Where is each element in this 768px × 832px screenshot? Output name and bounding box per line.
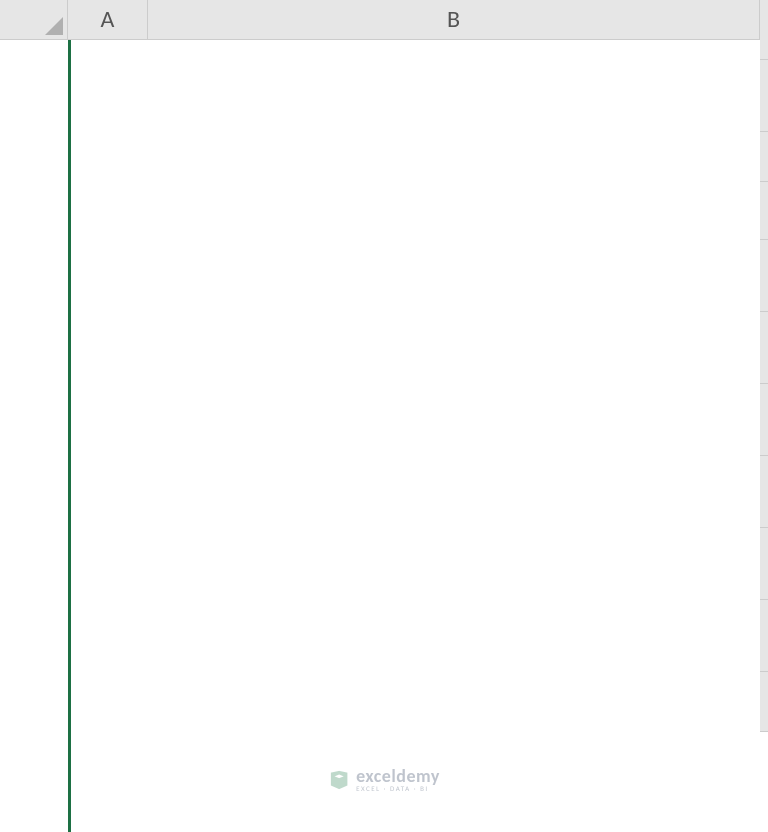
spreadsheet-grid: A B 1 2 3 4 5 6 7 8 9 10 11 Conve <box>0 0 768 832</box>
row-header-5[interactable]: 5 <box>760 240 768 312</box>
active-column-indicator <box>68 40 71 832</box>
exceldemy-logo-icon <box>328 769 350 791</box>
row-header-3[interactable]: 3 <box>760 132 768 182</box>
column-header-b[interactable]: B <box>148 0 760 40</box>
row-header-1[interactable]: 1 <box>760 0 768 60</box>
row-header-2[interactable]: 2 <box>760 60 768 132</box>
row-header-7[interactable]: 7 <box>760 384 768 456</box>
column-header-a[interactable]: A <box>68 0 148 40</box>
row-header-4[interactable]: 4 <box>760 182 768 240</box>
row-header-10[interactable]: 10 <box>760 600 768 672</box>
watermark-main-text: exceldemy <box>356 767 440 785</box>
watermark: exceldemy EXCEL · DATA · BI <box>328 767 440 792</box>
row-header-8[interactable]: 8 <box>760 456 768 528</box>
row-header-9[interactable]: 9 <box>760 528 768 600</box>
row-header-6[interactable]: 6 <box>760 312 768 384</box>
row-header-11[interactable]: 11 <box>760 672 768 732</box>
watermark-sub-text: EXCEL · DATA · BI <box>356 785 440 792</box>
select-all-corner[interactable] <box>0 0 68 40</box>
